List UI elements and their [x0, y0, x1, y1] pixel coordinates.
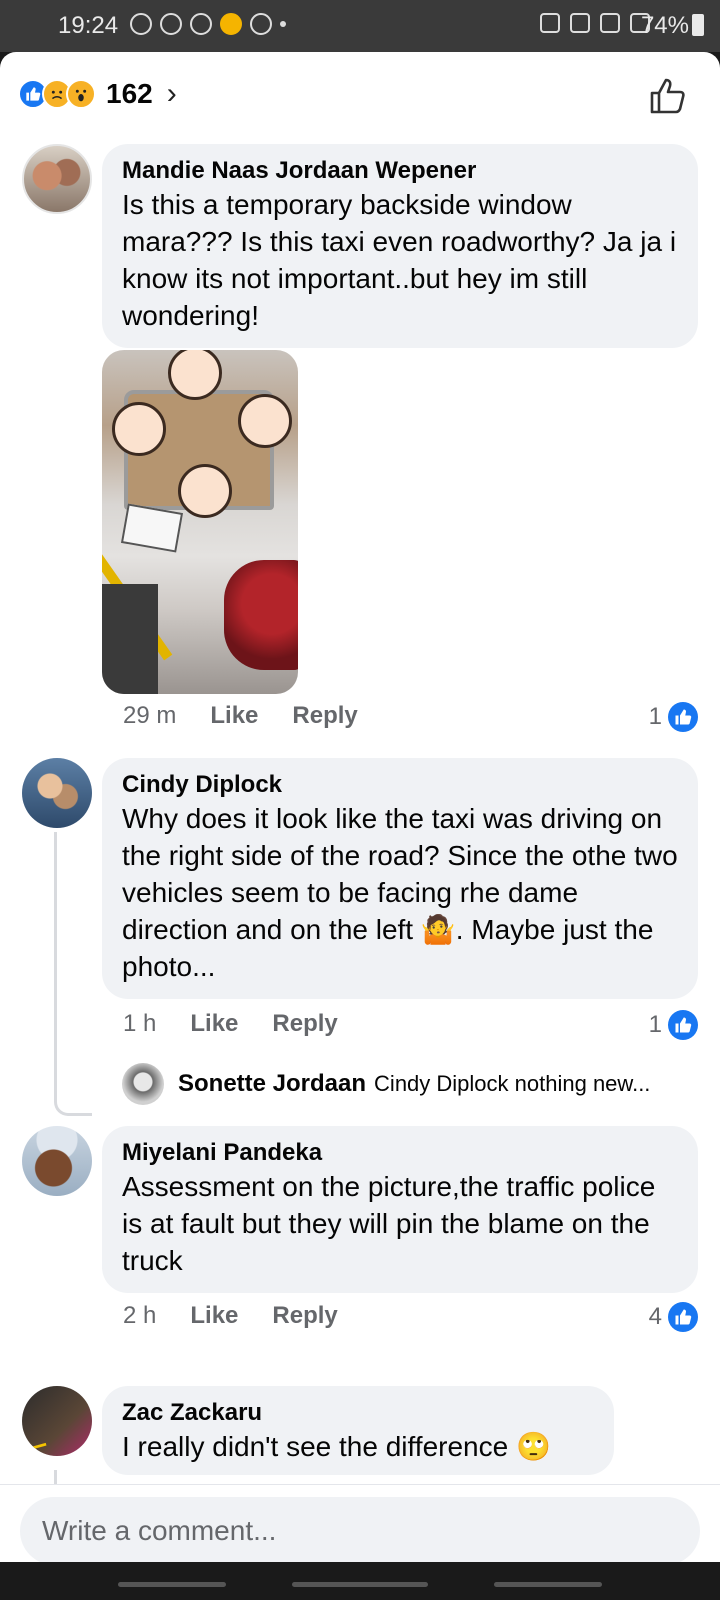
reply-preview[interactable]: Sonette Jordaan Cindy Diplock nothing ne…: [122, 1062, 650, 1106]
home-button[interactable]: [292, 1582, 428, 1587]
avatar-graphic: ▬▬: [27, 1437, 47, 1453]
comment-like-count[interactable]: 1: [649, 702, 698, 732]
like-icon: [668, 702, 698, 732]
alarm-icon: [570, 13, 590, 33]
like-button[interactable]: Like: [190, 1302, 238, 1330]
comment-author[interactable]: Miyelani Pandeka: [122, 1138, 678, 1168]
reaction-count: 162: [106, 78, 153, 109]
like-count-number: 1: [648, 703, 662, 730]
photo-plate: [120, 503, 184, 553]
like-count-number: 4: [648, 1303, 662, 1330]
reply-text: Cindy Diplock nothing new...: [374, 1071, 651, 1096]
wow-icon: [66, 79, 96, 109]
battery-percent: 74%: [640, 12, 689, 39]
system-icons: [540, 13, 650, 33]
like-icon: [668, 1010, 698, 1040]
thread-connector: [54, 832, 92, 1116]
comment-author[interactable]: Mandie Naas Jordaan Wepener: [122, 156, 678, 186]
status-bar: 19:24 74%: [0, 0, 720, 52]
avatar[interactable]: ▬▬: [22, 1386, 92, 1456]
comment-text: Is this a temporary backside window mara…: [122, 189, 677, 331]
comment-composer: Write a comment...: [0, 1484, 720, 1562]
recents-button[interactable]: [118, 1582, 226, 1587]
comment-author[interactable]: Zac Zackaru: [122, 1398, 594, 1428]
pointing-hand-icon: [238, 394, 292, 448]
reply-button[interactable]: Reply: [272, 1010, 337, 1038]
photo-tyre: [102, 584, 158, 694]
comment-text: I really didn't see the difference 🙄: [122, 1431, 551, 1462]
twitter-icon: [250, 13, 272, 35]
comment-actions: 1 h Like Reply: [123, 1010, 372, 1038]
comments-sheet: 162 › Mandie Naas Jordaan Wepener Is thi…: [0, 52, 720, 1562]
comment-bubble: Cindy Diplock Why does it look like the …: [102, 758, 698, 999]
reply-author: Sonette Jordaan: [178, 1070, 367, 1097]
comment-like-count[interactable]: 4: [649, 1302, 698, 1332]
back-button[interactable]: [494, 1582, 602, 1587]
reactions-summary[interactable]: 162 ›: [18, 74, 177, 114]
avatar[interactable]: [22, 758, 92, 828]
comment-author[interactable]: Cindy Diplock: [122, 770, 678, 800]
like-button[interactable]: Like: [210, 702, 258, 730]
avatar[interactable]: [22, 144, 92, 214]
pointing-hand-icon: [112, 402, 166, 456]
comment-text: Why does it look like the taxi was drivi…: [122, 803, 678, 982]
system-nav-bar: [0, 1562, 720, 1600]
mute-icon: [600, 13, 620, 33]
photo-taillight: [224, 560, 298, 670]
reply-button[interactable]: Reply: [272, 1302, 337, 1330]
avatar[interactable]: [22, 1126, 92, 1196]
comment-time[interactable]: 1 h: [123, 1010, 156, 1038]
like-button[interactable]: Like: [190, 1010, 238, 1038]
notification-icon: [220, 13, 242, 35]
comment-bubble: Miyelani Pandeka Assessment on the pictu…: [102, 1126, 698, 1293]
comment-input[interactable]: Write a comment...: [20, 1497, 700, 1562]
comment-actions: 29 m Like Reply: [123, 702, 392, 730]
notification-icons: [130, 13, 286, 35]
reply-button[interactable]: Reply: [292, 702, 357, 730]
notification-icon: [190, 13, 212, 35]
battery-icon: [692, 14, 704, 36]
battery-indicator: 74%: [641, 12, 704, 40]
notification-icon: [130, 13, 152, 35]
like-button-icon[interactable]: [646, 74, 690, 118]
sim-icon: [540, 13, 560, 33]
comment-bubble: Mandie Naas Jordaan Wepener Is this a te…: [102, 144, 698, 348]
comment-time[interactable]: 2 h: [123, 1302, 156, 1330]
pointing-hand-icon: [178, 464, 232, 518]
avatar[interactable]: [122, 1063, 164, 1105]
comment-like-count[interactable]: 1: [649, 1010, 698, 1040]
chevron-right-icon[interactable]: ›: [167, 77, 177, 111]
comment-actions: 2 h Like Reply: [123, 1302, 372, 1330]
notification-icon: [160, 13, 182, 35]
like-icon: [668, 1302, 698, 1332]
like-count-number: 1: [648, 1011, 662, 1038]
comment-text: Assessment on the picture,the traffic po…: [122, 1171, 656, 1276]
status-time: 19:24: [58, 12, 119, 39]
comment-bubble: Zac Zackaru I really didn't see the diff…: [102, 1386, 614, 1475]
comment-time[interactable]: 29 m: [123, 702, 176, 730]
more-notifications-icon: [280, 21, 286, 27]
comment-photo[interactable]: [102, 350, 298, 694]
